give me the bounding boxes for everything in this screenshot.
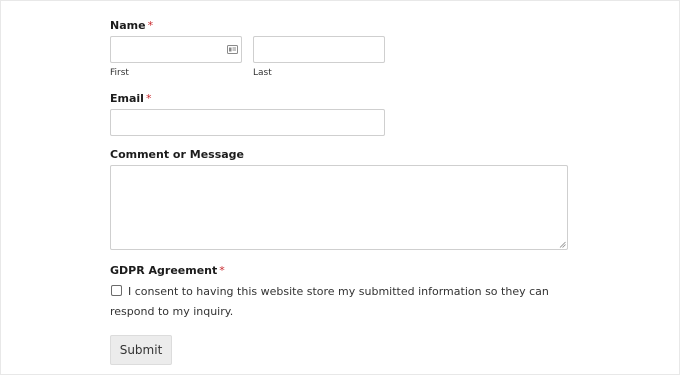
name-row: First Last [110,36,570,79]
first-name-column: First [110,36,242,79]
gdpr-consent: I consent to having this website store m… [110,282,570,322]
last-name-input[interactable] [253,36,385,63]
comment-label: Comment or Message [110,148,245,161]
submit-button[interactable]: Submit [110,335,172,365]
email-required-mark: * [145,92,152,105]
name-required-mark: * [147,19,154,32]
gdpr-label: GDPR Agreement * [110,264,225,277]
comment-field-group: Comment or Message [110,146,570,250]
email-field-group: Email * [110,90,570,136]
page: Name * First Last Email * Comment or Mes… [0,0,680,375]
last-name-column: Last [253,36,385,79]
gdpr-consent-checkbox[interactable] [111,285,122,296]
name-label: Name * [110,19,154,32]
gdpr-field-group: GDPR Agreement * I consent to having this… [110,262,570,322]
gdpr-required-mark: * [219,264,225,277]
email-label: Email * [110,92,152,105]
first-name-sublabel: First [110,68,129,78]
contact-form: Name * First Last Email * Comment or Mes… [110,17,570,365]
last-name-sublabel: Last [253,68,272,78]
resize-handle-icon[interactable] [559,241,566,248]
contact-card-icon[interactable] [227,45,238,54]
first-name-input[interactable] [110,36,242,63]
name-field-group: Name * First Last [110,17,570,79]
email-input[interactable] [110,109,385,136]
comment-textarea[interactable] [110,165,568,250]
gdpr-consent-text: I consent to having this website store m… [110,285,549,318]
